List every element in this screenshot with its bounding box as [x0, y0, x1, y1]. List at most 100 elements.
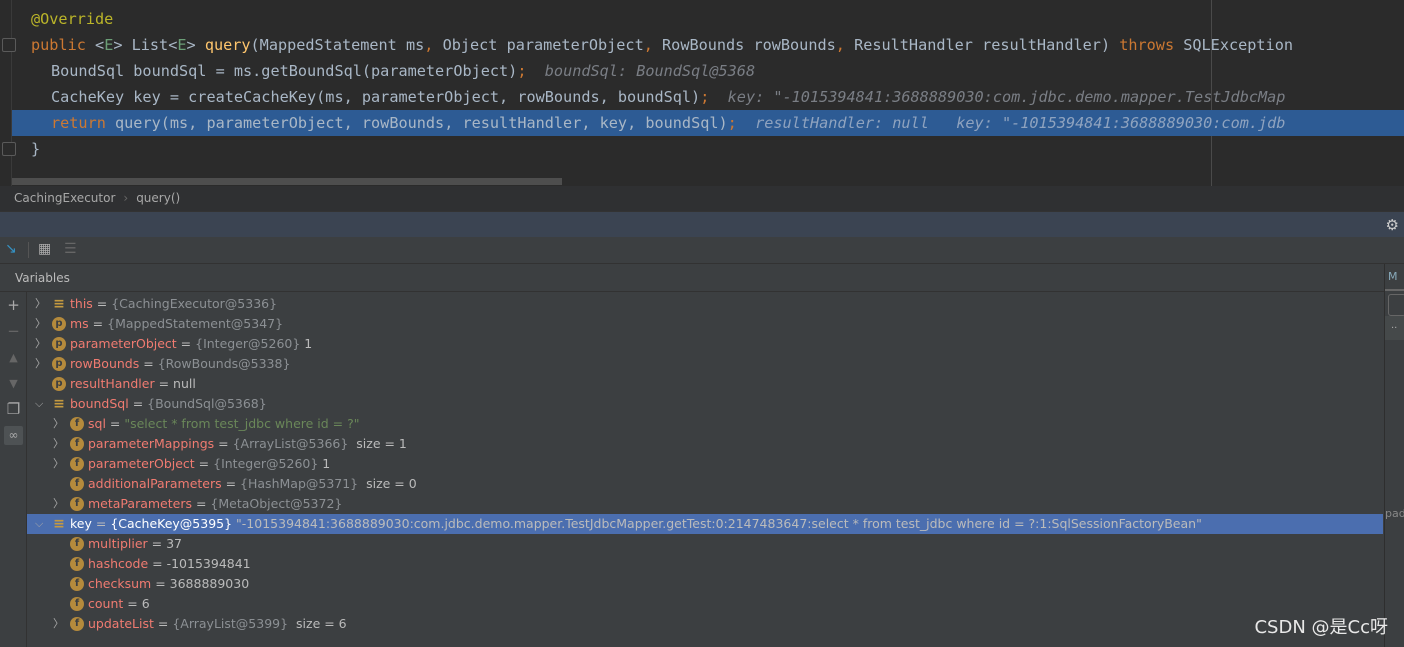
variable-name: resultHandler — [70, 376, 155, 391]
field-icon: f — [70, 477, 84, 491]
variable-row[interactable]: f checksum = 3688889030 — [27, 574, 1383, 594]
chevron-right-icon[interactable]: 〉 — [35, 294, 46, 314]
variable-value: 1 — [318, 456, 331, 471]
variable-row[interactable]: 〉 p parameterObject = {Integer@5260} 1 — [27, 334, 1383, 354]
variable-row[interactable]: 〉 p ms = {MappedStatement@5347} — [27, 314, 1383, 334]
gear-icon[interactable]: ⚙ — [1386, 216, 1399, 234]
variable-name: rowBounds — [70, 356, 140, 371]
breadcrumb-class[interactable]: CachingExecutor — [14, 191, 115, 205]
code-editor[interactable]: @Override public <E> List<E> query(Mappe… — [0, 0, 1404, 186]
variable-row[interactable]: 〉 p rowBounds = {RowBounds@5338} — [27, 354, 1383, 374]
gutter — [11, 0, 12, 186]
variable-type: {ArrayList@5366} — [232, 436, 349, 451]
chevron-right-icon[interactable]: 〉 — [53, 494, 64, 514]
variable-name: multiplier — [88, 536, 148, 551]
variable-name: parameterObject — [88, 456, 195, 471]
watermark: CSDN @是Cc呀 — [1254, 617, 1388, 638]
variable-row[interactable]: ⌵ ≡ key = {CacheKey@5395} "-1015394841:368… — [27, 514, 1383, 534]
right-panel-tab[interactable]: M — [1385, 264, 1404, 291]
field-icon: f — [70, 457, 84, 471]
move-up-icon[interactable]: ▲ — [4, 348, 23, 367]
add-watch-icon[interactable]: + — [4, 296, 23, 315]
layout-icon[interactable]: ☰ — [64, 241, 77, 257]
variable-name: ms — [70, 316, 89, 331]
variables-side-toolbar: + − ▲ ▼ ❐ ∞ — [0, 292, 27, 647]
chevron-right-icon[interactable]: 〉 — [53, 454, 64, 474]
remove-icon[interactable]: − — [4, 322, 23, 341]
search-icon[interactable] — [1388, 294, 1404, 316]
variable-name: hashcode — [88, 556, 149, 571]
variable-row[interactable]: f count = 6 — [27, 594, 1383, 614]
variable-row[interactable]: 〉 ≡ this = {CachingExecutor@5336} — [27, 294, 1383, 314]
chevron-right-icon[interactable]: 〉 — [35, 354, 46, 374]
chevron-down-icon[interactable]: ⌵ — [35, 514, 43, 534]
chevron-right-icon[interactable]: 〉 — [53, 434, 64, 454]
variable-value: 37 — [166, 536, 182, 551]
variable-value: size = 0 — [358, 476, 417, 491]
variable-row[interactable]: 〉 f updateList = {ArrayList@5399} size = 6 — [27, 614, 1383, 634]
variable-name: additionalParameters — [88, 476, 222, 491]
step-into-cursor-icon[interactable]: ↘ — [5, 241, 17, 257]
code-line-6: } — [31, 140, 41, 158]
variables-header: Variables — [0, 265, 1384, 292]
variable-type: {CachingExecutor@5336} — [111, 296, 278, 311]
variable-value: 6 — [141, 596, 150, 611]
variable-value: 3688889030 — [169, 576, 250, 591]
object-icon: ≡ — [53, 516, 65, 532]
inline-debug-hint: key: "-1015394841:3688889030:com.jdbc.de… — [727, 88, 1286, 106]
variable-name: parameterMappings — [88, 436, 215, 451]
debug-toolbar: ↘ ▦ ☰ — [0, 237, 1404, 264]
breadcrumb: CachingExecutor › query() — [0, 186, 1404, 211]
variable-type: {Integer@5260} — [213, 456, 319, 471]
breadcrumb-method[interactable]: query() — [136, 191, 180, 205]
variable-name: checksum — [88, 576, 152, 591]
code-line-3: BoundSql boundSql = ms.getBoundSql(param… — [51, 62, 756, 80]
horizontal-scrollbar[interactable] — [12, 178, 562, 185]
variable-row[interactable]: p resultHandler = null — [27, 374, 1383, 394]
chevron-right-icon[interactable]: 〉 — [35, 314, 46, 334]
variable-type: {ArrayList@5399} — [172, 616, 289, 631]
fold-icon[interactable] — [2, 38, 16, 52]
field-icon: f — [70, 557, 84, 571]
object-icon: ≡ — [53, 296, 65, 312]
variable-row[interactable]: 〉 f sql = "select * from test_jdbc where i… — [27, 414, 1383, 434]
chevron-right-icon[interactable]: 〉 — [53, 614, 64, 634]
fold-icon[interactable] — [2, 142, 16, 156]
variable-type: {Integer@5260} — [195, 336, 301, 351]
right-panel: M .. pad — [1384, 264, 1404, 647]
field-icon: f — [70, 497, 84, 511]
variable-row[interactable]: 〉 f metaParameters = {MetaObject@5372} — [27, 494, 1383, 514]
variable-row[interactable]: f additionalParameters = {HashMap@5371} s… — [27, 474, 1383, 494]
variable-row[interactable]: f multiplier = 37 — [27, 534, 1383, 554]
variable-name: updateList — [88, 616, 154, 631]
field-icon: f — [70, 437, 84, 451]
code-line-5-execution-point: return query(ms, parameterObject, rowBou… — [12, 110, 1404, 136]
move-down-icon[interactable]: ▼ — [4, 374, 23, 393]
variable-type: {RowBounds@5338} — [157, 356, 291, 371]
variable-name: parameterObject — [70, 336, 177, 351]
variable-value: size = 6 — [288, 616, 347, 631]
chevron-right-icon[interactable]: 〉 — [35, 334, 46, 354]
variable-name: metaParameters — [88, 496, 192, 511]
variable-type: {BoundSql@5368} — [147, 396, 267, 411]
variable-value: 1 — [300, 336, 313, 351]
variable-value: "-1015394841:3688889030:com.jdbc.demo.ma… — [232, 516, 1202, 531]
object-icon: ≡ — [53, 396, 65, 412]
field-icon: f — [70, 597, 84, 611]
variable-value: size = 1 — [348, 436, 407, 451]
chevron-right-icon[interactable]: 〉 — [53, 414, 64, 434]
variable-row[interactable]: ⌵ ≡ boundSql = {BoundSql@5368} — [27, 394, 1383, 414]
watches-glasses-icon[interactable]: ∞ — [4, 426, 23, 445]
variable-row[interactable]: f hashcode = -1015394841 — [27, 554, 1383, 574]
variable-row[interactable]: 〉 f parameterObject = {Integer@5260} 1 — [27, 454, 1383, 474]
table-view-icon[interactable]: ▦ — [38, 241, 51, 257]
copy-icon[interactable]: ❐ — [4, 400, 23, 419]
variable-name: count — [88, 596, 124, 611]
variable-type: {HashMap@5371} — [240, 476, 359, 491]
variable-name: key — [70, 516, 92, 531]
variable-row[interactable]: 〉 f parameterMappings = {ArrayList@5366} s… — [27, 434, 1383, 454]
variable-name: sql — [88, 416, 106, 431]
chevron-down-icon[interactable]: ⌵ — [35, 394, 43, 414]
variable-type: {CacheKey@5395} — [110, 516, 233, 531]
variable-value: "select * from test_jdbc where id = ?" — [124, 416, 360, 431]
